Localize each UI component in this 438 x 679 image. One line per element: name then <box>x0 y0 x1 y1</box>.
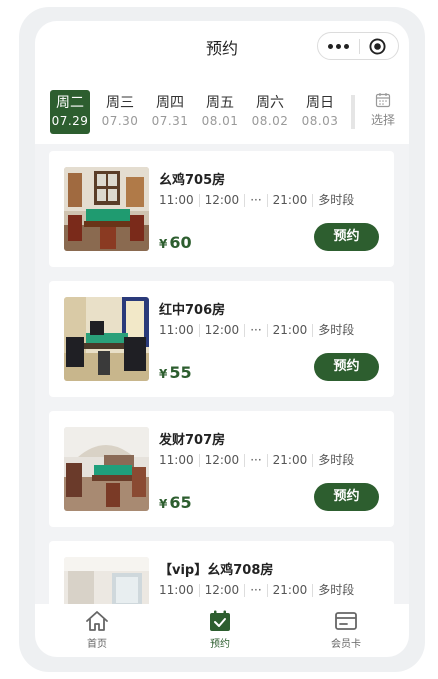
tab-label: 会员卡 <box>331 639 361 650</box>
book-button[interactable]: 预约 <box>314 353 379 381</box>
room-price: ¥65 <box>159 493 192 512</box>
multi-slot-label: 多时段 <box>312 324 359 337</box>
date-label: 07.29 <box>51 114 89 128</box>
time-slot-ellipsis: ··· <box>244 324 266 337</box>
multi-slot-label: 多时段 <box>312 584 359 597</box>
weekday-label: 周四 <box>156 95 184 111</box>
book-button[interactable]: 预约 <box>314 483 379 511</box>
weekday-label: 周五 <box>206 95 234 111</box>
date-label: 08.02 <box>251 114 289 128</box>
time-slot: 11:00 <box>159 323 194 337</box>
time-slots: 11:00 12:00 ··· 21:00 多时段 <box>159 193 359 207</box>
tab-label: 首页 <box>87 639 107 650</box>
book-button[interactable]: 预约 <box>314 223 379 251</box>
scroll-divider <box>351 95 355 129</box>
room-card[interactable]: 发财707房 11:00 12:00 ··· 21:00 多时段 ¥65 预约 <box>49 411 394 527</box>
room-photo <box>64 167 149 251</box>
price-amount: 60 <box>169 233 192 252</box>
date-label: 07.31 <box>151 114 189 128</box>
time-slot: 21:00 <box>266 454 313 467</box>
room-card[interactable]: 幺鸡705房 11:00 12:00 ··· 21:00 多时段 ¥60 预约 <box>49 151 394 267</box>
time-slot: 12:00 <box>198 454 245 467</box>
more-icon[interactable] <box>328 40 350 52</box>
date-picker-button[interactable]: 选择 <box>359 92 407 136</box>
date-item[interactable]: 周日 08.03 <box>300 90 340 134</box>
time-slots: 11:00 12:00 ··· 21:00 多时段 <box>159 323 359 337</box>
date-item[interactable]: 周五 08.01 <box>200 90 240 134</box>
room-card[interactable]: 红中706房 11:00 12:00 ··· 21:00 多时段 ¥55 预约 <box>49 281 394 397</box>
booking-icon <box>210 610 230 631</box>
date-item[interactable]: 周二 07.29 <box>50 90 90 134</box>
room-list: 幺鸡705房 11:0012:00···21:00多时段 ¥60 预约 <box>35 144 409 604</box>
date-item[interactable]: 周三 07.30 <box>100 90 140 134</box>
capsule-divider <box>359 39 360 54</box>
weekday-label: 周日 <box>306 95 334 111</box>
nav-bar: 预约 <box>35 21 409 79</box>
miniprogram-capsule <box>317 32 399 60</box>
close-target-icon[interactable] <box>369 38 386 55</box>
room-photo <box>64 297 149 381</box>
room-price: ¥55 <box>159 363 192 382</box>
weekday-label: 周二 <box>56 95 84 111</box>
multi-slot-label: 多时段 <box>312 454 359 467</box>
date-label: 08.03 <box>301 114 339 128</box>
time-slot: 12:00 <box>198 194 245 207</box>
date-label: 07.30 <box>101 114 139 128</box>
date-item[interactable]: 周四 07.31 <box>150 90 190 134</box>
time-slot: 11:00 <box>159 453 194 467</box>
date-item[interactable]: 周六 08.02 <box>250 90 290 134</box>
date-label: 08.01 <box>201 114 239 128</box>
time-slot: 21:00 <box>266 324 313 337</box>
multi-slot-label: 多时段 <box>312 194 359 207</box>
time-slot: 21:00 <box>266 194 313 207</box>
price-amount: 65 <box>169 493 192 512</box>
time-slots: 11:00 12:00 ··· 21:00 多时段 <box>159 453 359 467</box>
price-amount: 55 <box>169 363 192 382</box>
time-slot: 11:00 <box>159 583 194 597</box>
time-slot: 12:00 <box>198 584 245 597</box>
room-photo <box>64 427 149 511</box>
weekday-label: 周三 <box>106 95 134 111</box>
room-name: 幺鸡705房 <box>159 173 226 188</box>
date-selector: 周二 07.29 周三 07.30 周四 07.31 周五 08.01 周六 0… <box>35 79 409 144</box>
date-picker-label: 选择 <box>370 113 395 127</box>
tab-booking[interactable]: 预约 <box>185 610 255 650</box>
time-slot: 12:00 <box>198 324 245 337</box>
time-slot-ellipsis: ··· <box>244 194 266 207</box>
time-slots: 11:00 12:00 ··· 21:00 多时段 <box>159 583 359 597</box>
tab-label: 预约 <box>210 639 230 650</box>
room-name: 【vip】幺鸡708房 <box>159 563 274 578</box>
room-price: ¥60 <box>159 233 192 252</box>
room-name: 发财707房 <box>159 433 226 448</box>
weekday-label: 周六 <box>256 95 284 111</box>
time-slot: 21:00 <box>266 584 313 597</box>
time-slot: 11:00 <box>159 193 194 207</box>
tab-home[interactable]: 首页 <box>62 610 132 650</box>
home-icon <box>86 611 108 631</box>
room-name: 红中706房 <box>159 303 226 318</box>
phone-frame: 预约 周二 07.29 周三 07.30 周四 07.31 周五 08.01 周… <box>19 7 425 672</box>
currency-symbol: ¥ <box>159 237 168 251</box>
card-icon <box>335 612 357 630</box>
currency-symbol: ¥ <box>159 497 168 511</box>
room-photo <box>64 557 149 604</box>
currency-symbol: ¥ <box>159 367 168 381</box>
app-screen: 预约 周二 07.29 周三 07.30 周四 07.31 周五 08.01 周… <box>35 21 409 657</box>
tab-membership-card[interactable]: 会员卡 <box>311 610 381 650</box>
time-slot-ellipsis: ··· <box>244 584 266 597</box>
time-slot-ellipsis: ··· <box>244 454 266 467</box>
tab-bar: 首页 预约 会员卡 <box>35 604 409 657</box>
calendar-icon <box>375 93 391 108</box>
room-card[interactable]: 【vip】幺鸡708房 11:00 12:00 ··· 21:00 多时段 <box>49 541 394 604</box>
